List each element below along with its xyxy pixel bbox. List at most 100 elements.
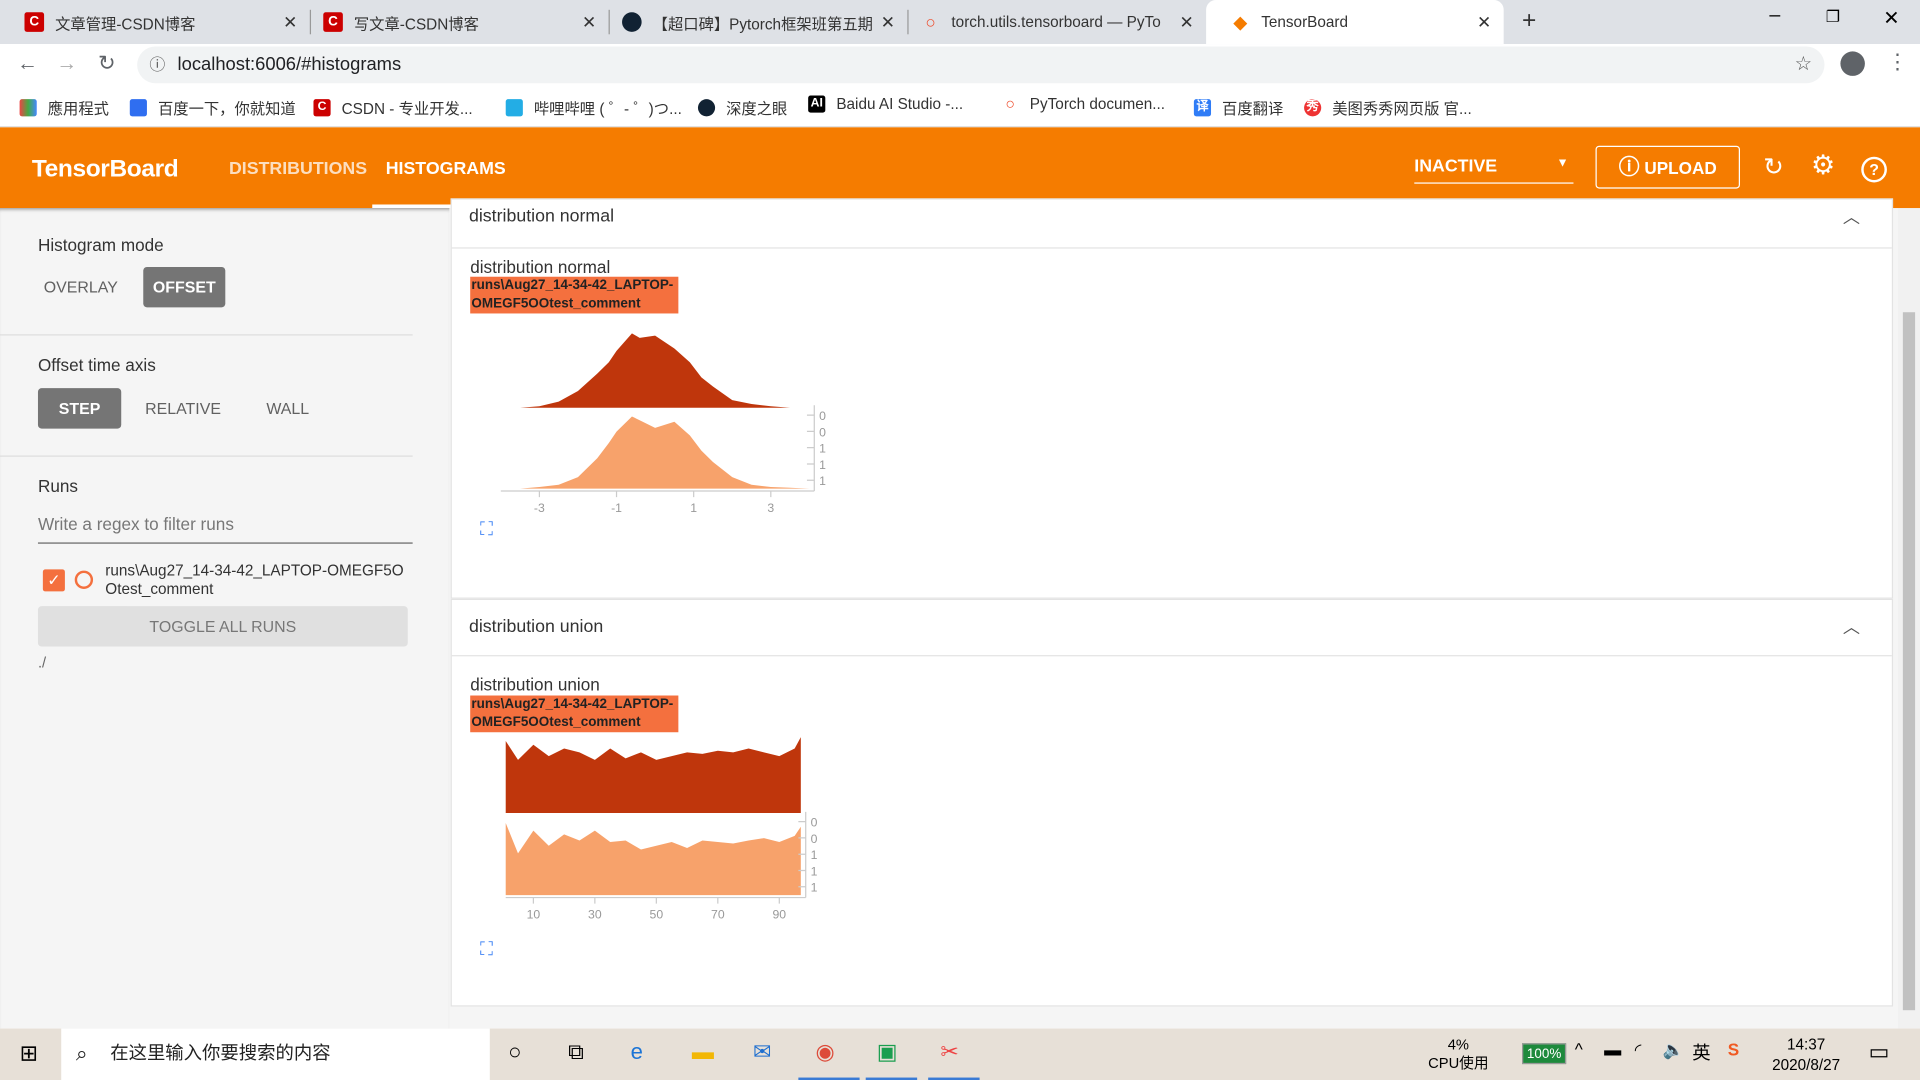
y-tick-label: 0 (811, 832, 818, 846)
pytorch-icon: ○ (1005, 94, 1016, 113)
run-filter-input[interactable]: Write a regex to filter runs (37, 514, 413, 544)
file-explorer-icon[interactable]: ▬ (692, 1040, 714, 1066)
settings-gear-icon[interactable]: ⚙ (1811, 149, 1835, 181)
cpu-label: CPU使用 (1428, 1054, 1489, 1072)
run-color-radio[interactable] (74, 570, 94, 589)
star-icon[interactable]: ☆ (1795, 47, 1813, 84)
back-icon[interactable]: ← (17, 51, 38, 75)
aistudio-icon: AI (808, 95, 826, 113)
browser-tab[interactable]: C 写文章-CSDN博客 ✕ (299, 0, 609, 44)
restore-button[interactable]: ❐ (1826, 7, 1840, 27)
inactive-select[interactable]: INACTIVE ▼ (1414, 156, 1574, 184)
step-button[interactable]: STEP (37, 388, 122, 429)
card-distribution-normal: distribution normal ︿ distribution normal… (450, 198, 1894, 599)
edge-icon[interactable]: e (631, 1040, 643, 1066)
wall-button[interactable]: WALL (252, 388, 323, 428)
sogou-icon[interactable]: S (1728, 1040, 1739, 1060)
clock[interactable]: 14:37 2020/8/27 (1760, 1035, 1853, 1077)
bookmark[interactable]: 哔哩哔哩 ( ゜- ゜)つ... (505, 96, 682, 119)
pycharm-icon[interactable]: ▣ (877, 1040, 898, 1066)
power-icon[interactable]: ▬ (1604, 1040, 1621, 1060)
browser-tab[interactable]: ○ torch.utils.tensorboard — PyTo ✕ (896, 0, 1206, 44)
chrome-icon[interactable]: ◉ (816, 1040, 835, 1066)
csdn-icon: C (323, 12, 343, 32)
dropdown-arrow-icon: ▼ (1556, 156, 1569, 171)
mail-icon[interactable]: ✉ (753, 1040, 771, 1066)
refresh-icon[interactable]: ↻ (1763, 152, 1784, 183)
card-distribution-union: distribution union ︿ distribution union r… (450, 598, 1894, 1007)
histogram-mode-label: Histogram mode (37, 235, 164, 255)
windows-start-icon[interactable]: ⊞ (20, 1041, 38, 1067)
new-tab-button[interactable]: + (1522, 7, 1536, 35)
runs-label: Runs (37, 476, 78, 496)
help-icon[interactable]: ? (1861, 156, 1887, 183)
url-text: localhost:6006/#histograms (177, 53, 402, 75)
deepeye-icon (697, 98, 716, 116)
x-tick-label: -3 (534, 501, 545, 515)
offset-button[interactable]: OFFSET (143, 266, 226, 308)
bookmark[interactable]: C CSDN - 专业开发... (313, 96, 473, 119)
address-bar-row: ← → ↻ ⓘ localhost:6006/#histograms ☆ ⋮ (0, 44, 1920, 86)
url-input[interactable]: ⓘ localhost:6006/#histograms ☆ (137, 46, 1825, 84)
profile-icon[interactable] (1840, 51, 1865, 76)
menu-icon[interactable]: ⋮ (1887, 50, 1908, 74)
collapse-chevron-icon[interactable]: ︿ (1843, 204, 1860, 228)
bookmark[interactable]: AI Baidu AI Studio -... (808, 95, 963, 113)
battery-indicator[interactable]: 100% (1522, 1043, 1567, 1065)
scrollbar-thumb[interactable] (1902, 312, 1916, 1011)
time-axis-label: Offset time axis (37, 355, 156, 375)
y-tick-label: 0 (819, 409, 826, 423)
overlay-button[interactable]: OVERLAY (38, 267, 124, 307)
forward-icon[interactable]: → (56, 51, 77, 75)
browser-tab[interactable]: C 文章管理-CSDN博客 ✕ (0, 0, 310, 44)
chevron-up-icon[interactable]: ^ (1575, 1040, 1583, 1060)
histogram-chart: -3 -1 1 3 0 0 1 1 1 (500, 333, 826, 515)
bookmark[interactable]: 译百度翻译 (1193, 96, 1283, 119)
run-checkbox[interactable]: ✓ (42, 569, 65, 592)
volume-icon[interactable]: 🔈 (1663, 1040, 1684, 1061)
cortana-icon[interactable]: ○ (508, 1040, 521, 1066)
bookmark[interactable]: 深度之眼 (697, 96, 787, 119)
browser-tab[interactable]: 【超口碑】Pytorch框架班第五期 ✕ (598, 0, 908, 44)
notification-icon[interactable]: ▭ (1869, 1040, 1890, 1066)
csdn-icon: C (313, 98, 331, 116)
bookmark[interactable]: 秀美图秀秀网页版 官... (1304, 96, 1472, 119)
bookmark[interactable]: 應用程式 (19, 96, 109, 119)
tab-title: torch.utils.tensorboard — PyTo (951, 13, 1161, 31)
collapse-chevron-icon[interactable]: ︿ (1843, 615, 1860, 639)
close-tab-icon[interactable]: ✕ (1477, 12, 1491, 33)
tab-title: 文章管理-CSDN博客 (55, 15, 196, 33)
task-view-icon[interactable]: ⧉ (568, 1040, 584, 1066)
bookmark-label: CSDN - 专业开发... (341, 100, 473, 118)
ime-indicator[interactable]: 英 (1692, 1040, 1710, 1066)
bookmark[interactable]: ○ PyTorch documen... (1002, 94, 1165, 113)
time: 14:37 (1786, 1035, 1826, 1054)
apps-icon (19, 98, 37, 116)
wifi-icon[interactable]: ◜ (1635, 1040, 1642, 1061)
close-tab-icon[interactable]: ✕ (881, 12, 895, 33)
bookmark[interactable]: 百度一下，你就知道 (129, 96, 296, 119)
tensorboard-header: TensorBoard DISTRIBUTIONS HISTOGRAMS INA… (0, 127, 1920, 209)
nav-distributions[interactable]: DISTRIBUTIONS (229, 159, 367, 179)
minimize-button[interactable]: – (1769, 5, 1780, 27)
snipping-tool-icon[interactable]: ✂ (940, 1040, 958, 1066)
scrollbar[interactable] (1897, 208, 1920, 1029)
reload-icon[interactable]: ↻ (98, 51, 115, 75)
taskbar: ⊞ ⌕ 在这里输入你要搜索的内容 ○ ⧉ e ▬ ✉ ◉ ▣ ✂ 4% CPU使用 … (0, 1028, 1920, 1080)
x-tick-label: 30 (588, 907, 602, 921)
tensorboard-icon: ◆ (1233, 12, 1248, 32)
close-tab-icon[interactable]: ✕ (283, 12, 297, 33)
toggle-all-runs-button[interactable]: TOGGLE ALL RUNS (37, 606, 408, 647)
baidu-icon (129, 98, 147, 116)
upload-button[interactable]: ⓘ UPLOAD (1595, 145, 1741, 189)
nav-histograms[interactable]: HISTOGRAMS (386, 159, 506, 179)
browser-tab-active[interactable]: ◆ TensorBoard ✕ (1206, 0, 1504, 45)
close-window-button[interactable]: ✕ (1883, 6, 1899, 30)
relative-button[interactable]: RELATIVE (137, 388, 229, 428)
info-icon: ⓘ (149, 55, 166, 74)
close-tab-icon[interactable]: ✕ (582, 12, 596, 33)
expand-icon[interactable]: ⛶ (480, 519, 493, 540)
expand-icon[interactable]: ⛶ (480, 939, 493, 960)
close-tab-icon[interactable]: ✕ (1180, 12, 1194, 33)
taskbar-search-input[interactable]: ⌕ 在这里输入你要搜索的内容 (61, 1028, 490, 1080)
